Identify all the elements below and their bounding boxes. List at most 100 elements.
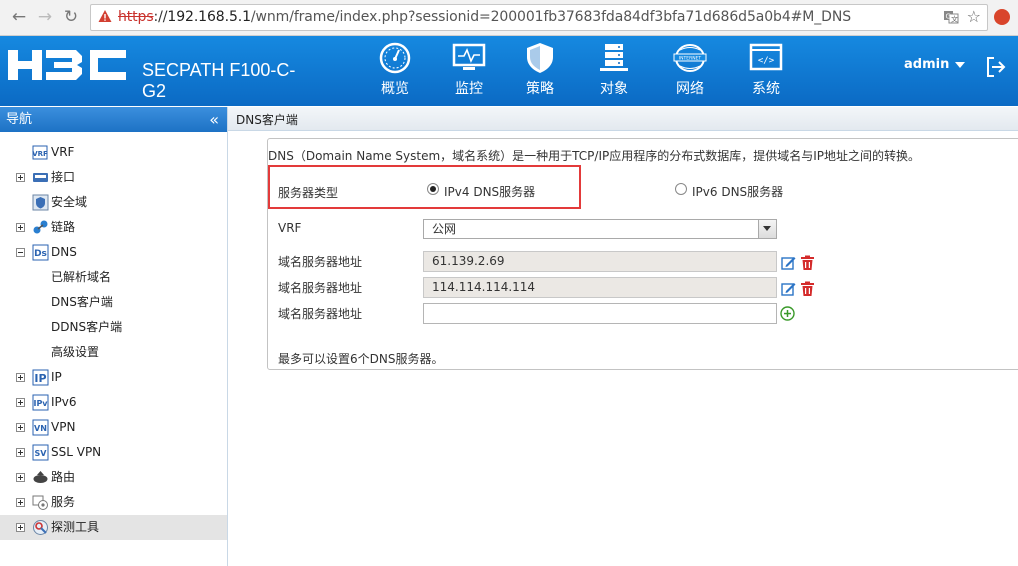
browser-toolbar: ← → ↻ https://192.168.5.1/wnm/frame/inde…	[0, 0, 1018, 36]
nav-policy[interactable]: 策略	[510, 42, 570, 98]
code-window-icon: </>	[749, 43, 783, 71]
url-text: https://192.168.5.1/wnm/frame/index.php?…	[118, 9, 851, 25]
vrf-label: VRF	[278, 221, 302, 235]
user-menu[interactable]: admin	[904, 57, 966, 72]
svg-text:Ds: Ds	[34, 249, 47, 259]
not-secure-warning-icon[interactable]	[98, 9, 112, 23]
delete-trash-icon[interactable]	[800, 255, 815, 270]
max-servers-note: 最多可以设置6个DNS服务器。	[278, 352, 444, 366]
sidebar-item-2[interactable]: 安全域	[0, 190, 227, 215]
nav-object[interactable]: 对象	[584, 42, 644, 98]
sidebar-item-label: 已解析域名	[51, 270, 112, 284]
interface-icon	[33, 173, 48, 182]
ipv4-dns-radio[interactable]	[427, 183, 439, 195]
vrf-select[interactable]: 公网	[423, 219, 777, 239]
delete-trash-icon[interactable]	[800, 281, 815, 296]
nav-network[interactable]: INTERNET 网络	[660, 42, 720, 98]
product-name-line2: G2	[142, 81, 167, 101]
app-header: SECPATH F100-C- G2 概览 监控 策略 对象 INTERNET 网…	[0, 36, 1018, 106]
expand-plus-icon[interactable]	[16, 423, 25, 432]
sidebar-item-label: 服务	[51, 495, 76, 509]
sidebar-item-13[interactable]: 路由	[0, 465, 227, 490]
expand-plus-icon[interactable]	[16, 448, 25, 457]
sidebar-item-label: 路由	[51, 470, 76, 484]
expand-plus-icon[interactable]	[16, 498, 25, 507]
sidebar-item-9[interactable]: IP IP	[0, 365, 227, 390]
extension-icon[interactable]	[994, 9, 1010, 25]
internet-globe-icon: INTERNET	[673, 44, 707, 72]
sidebar-item-7[interactable]: DDNS客户端	[0, 315, 227, 340]
sidebar-item-label: 探测工具	[51, 520, 100, 534]
link-icon	[33, 220, 48, 234]
back-button[interactable]: ←	[8, 6, 30, 28]
edit-icon[interactable]	[781, 255, 796, 270]
nav-overview[interactable]: 概览	[365, 42, 425, 98]
dns-description: DNS（Domain Name System，域名系统）是一种用于TCP/IP应…	[268, 149, 921, 163]
nav-system[interactable]: </> 系统	[736, 42, 796, 98]
sidebar-item-label: 链路	[51, 220, 76, 234]
server-type-label: 服务器类型	[278, 186, 339, 200]
routing-icon	[33, 471, 48, 483]
sidebar-item-12[interactable]: SV SSL VPN	[0, 440, 227, 465]
collapse-sidebar-icon[interactable]: «	[209, 107, 219, 132]
sidebar-item-label: VRF	[51, 145, 75, 159]
dns-server-label-2: 域名服务器地址	[278, 281, 363, 295]
sidebar-item-0[interactable]: VRF VRF	[0, 140, 227, 165]
ipv6-dns-radio[interactable]	[675, 183, 687, 195]
expand-plus-icon[interactable]	[16, 173, 25, 182]
sidebar-item-10[interactable]: IPv IPv6	[0, 390, 227, 415]
sidebar-item-3[interactable]: 链路	[0, 215, 227, 240]
expand-plus-icon[interactable]	[16, 523, 25, 532]
sidebar-item-15[interactable]: 探测工具	[0, 515, 227, 540]
sidebar-item-8[interactable]: 高级设置	[0, 340, 227, 365]
expand-plus-icon[interactable]	[16, 398, 25, 407]
sidebar-item-4[interactable]: Ds DNS	[0, 240, 227, 265]
expand-plus-icon[interactable]	[16, 473, 25, 482]
ipv6-dns-option-label[interactable]: IPv6 DNS服务器	[692, 183, 783, 200]
translate-icon[interactable]: G文	[943, 9, 959, 25]
dns-server-field-1: 61.139.2.69	[423, 251, 777, 272]
collapse-minus-icon[interactable]	[16, 248, 25, 257]
expand-plus-icon[interactable]	[16, 223, 25, 232]
url-path: /wnm/frame/index.php?sessionid=200001fb3…	[250, 9, 851, 25]
nav-overview-label: 概览	[381, 81, 409, 97]
url-protocol: https	[118, 9, 154, 25]
sidebar-item-6[interactable]: DNS客户端	[0, 290, 227, 315]
dns-server-label-1: 域名服务器地址	[278, 255, 363, 269]
page-title: DNS客户端	[236, 113, 298, 127]
nav-object-label: 对象	[600, 81, 628, 97]
ipv6-icon: IPv	[32, 394, 49, 411]
sidebar-item-label: DNS客户端	[51, 295, 113, 309]
reload-button[interactable]: ↻	[60, 6, 82, 28]
bookmark-star-icon[interactable]: ☆	[967, 7, 981, 26]
product-name: SECPATH F100-C- G2	[142, 60, 332, 102]
server-stack-icon	[600, 44, 628, 71]
edit-icon[interactable]	[781, 281, 796, 296]
sidebar-item-label: DDNS客户端	[51, 320, 123, 334]
chevron-down-icon	[955, 61, 966, 68]
add-plus-icon[interactable]	[780, 306, 795, 321]
expand-plus-icon[interactable]	[16, 373, 25, 382]
sidebar-item-14[interactable]: 服务	[0, 490, 227, 515]
navigation-sidebar: 导航 « VRF VRF 接口 安全域链路 Ds DNS 已解析域名 DNS客户端 DDNS客户…	[0, 107, 228, 566]
dropdown-arrow-icon[interactable]	[758, 220, 776, 238]
probe-tool-icon	[33, 520, 48, 535]
sidebar-item-5[interactable]: 已解析域名	[0, 265, 227, 290]
ip-icon: IP	[32, 369, 49, 386]
forward-button[interactable]: →	[34, 6, 56, 28]
nav-monitor[interactable]: 监控	[439, 42, 499, 98]
dns-server-label-3: 域名服务器地址	[278, 307, 363, 321]
new-dns-server-input[interactable]	[423, 303, 777, 324]
svg-text:INTERNET: INTERNET	[679, 56, 702, 62]
sidebar-item-11[interactable]: VN VPN	[0, 415, 227, 440]
logout-icon[interactable]	[985, 56, 1007, 78]
product-name-line1: SECPATH F100-C-	[142, 60, 296, 80]
sidebar-item-1[interactable]: 接口	[0, 165, 227, 190]
ipv4-dns-option-label[interactable]: IPv4 DNS服务器	[444, 183, 535, 200]
svg-text:SV: SV	[35, 449, 48, 458]
sidebar-title: 导航	[6, 112, 33, 127]
svg-text:VN: VN	[34, 424, 47, 433]
url-host: 192.168.5.1	[167, 9, 251, 25]
address-bar[interactable]: https://192.168.5.1/wnm/frame/index.php?…	[90, 4, 988, 31]
dashboard-gauge-icon	[379, 42, 411, 74]
